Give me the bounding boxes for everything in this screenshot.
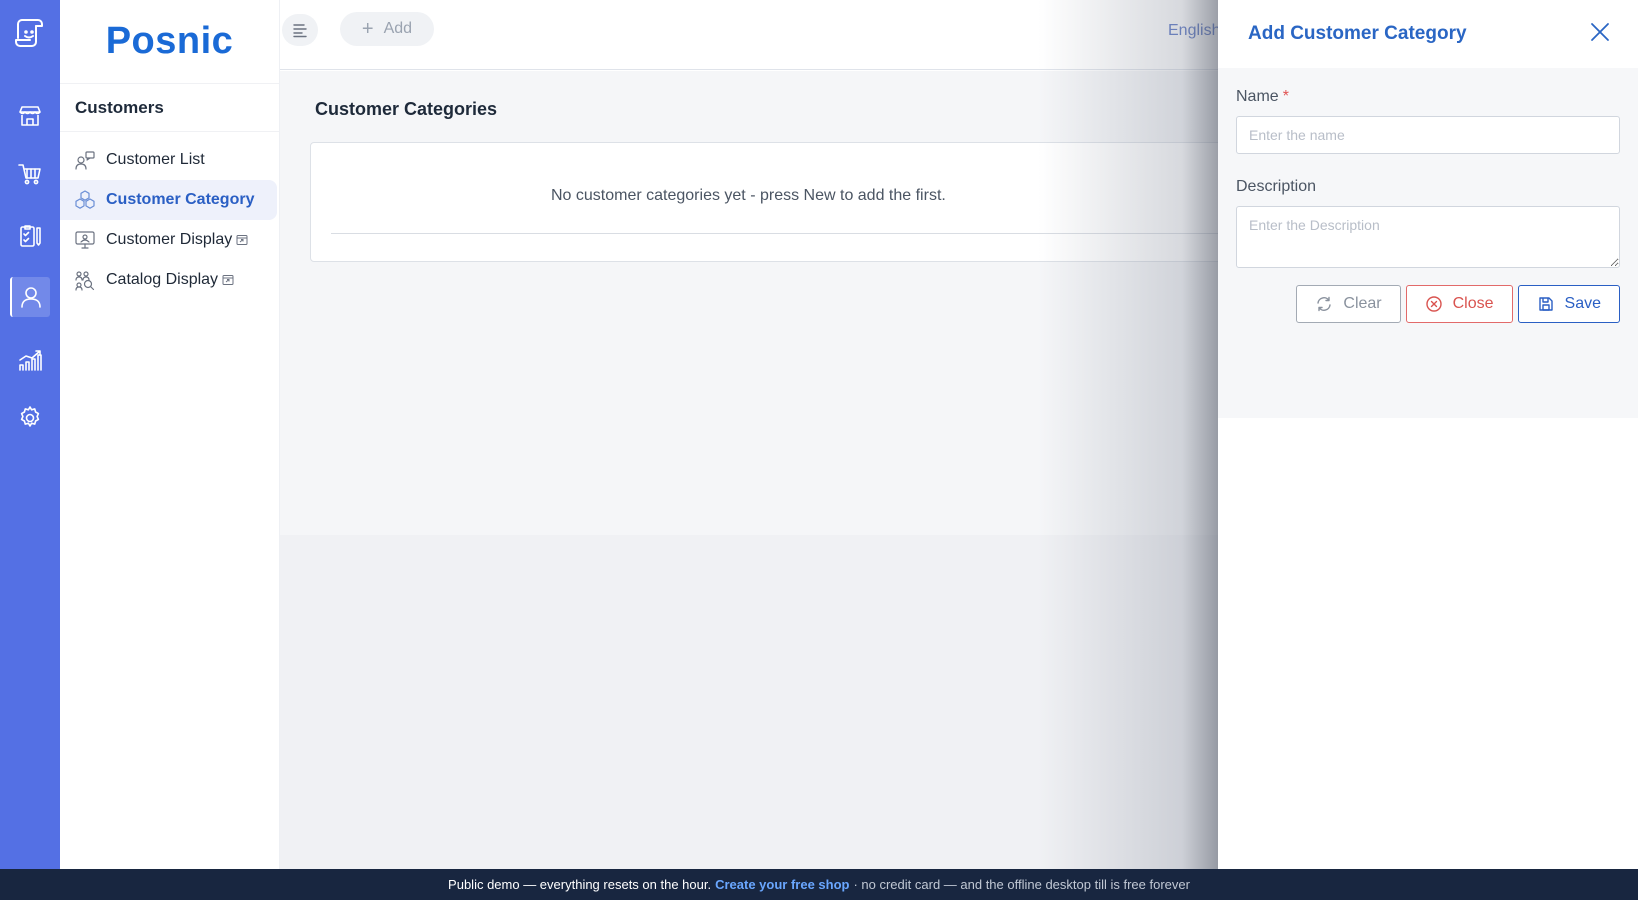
save-icon <box>1538 297 1553 311</box>
sidebar-item-catalog-display[interactable]: Catalog Display <box>60 260 279 300</box>
close-icon[interactable] <box>1588 20 1612 44</box>
page-title: Customer Categories <box>315 99 498 119</box>
store-icon <box>19 106 41 126</box>
sidebar-section-title: Customers <box>60 84 279 132</box>
app-logo-icon[interactable] <box>10 12 50 52</box>
name-input[interactable] <box>1236 116 1620 154</box>
catalog-display-icon <box>74 269 96 291</box>
rail-settings-button[interactable] <box>10 398 50 438</box>
sidebar-item-label: Catalog Display <box>106 271 219 288</box>
add-button-label: Add <box>383 20 413 37</box>
form-actions: Clear Close Save <box>1236 285 1620 323</box>
categories-table-card: No customer categories yet - press New t… <box>310 142 1230 262</box>
sidebar-item-label: Customer List <box>106 151 205 168</box>
user-icon <box>21 287 41 308</box>
field-gap <box>1236 154 1620 178</box>
drawer-header: Add Customer Category <box>1218 0 1638 68</box>
name-field-label: Name * <box>1236 88 1620 106</box>
customer-list-icon <box>74 149 96 171</box>
refresh-icon <box>1317 296 1332 312</box>
external-link-icon <box>236 234 248 246</box>
top-bar: + Add English <box>280 0 1220 70</box>
add-customer-category-drawer: Add Customer Category Name* Description … <box>1218 0 1638 869</box>
gear-icon <box>20 406 40 427</box>
add-button[interactable]: + Add <box>340 12 434 46</box>
save-button-label: Save <box>1564 295 1601 312</box>
description-field-label: Description <box>1236 178 1317 195</box>
demo-banner-prefix: Public demo — everything resets on the h… <box>448 877 712 892</box>
empty-state-message: No customer categories yet - press New t… <box>551 187 946 204</box>
plus-icon: + <box>361 17 374 40</box>
save-button[interactable]: Save <box>1517 285 1620 323</box>
main-content-lower <box>280 535 1218 869</box>
sidebar-item-customer-list[interactable]: Customer List <box>60 140 279 180</box>
table-divider <box>331 233 1229 234</box>
icon-rail <box>0 0 60 869</box>
sidebar-item-customer-category[interactable]: Customer Category <box>60 180 277 220</box>
close-circle-icon <box>1425 296 1442 312</box>
description-input[interactable] <box>1236 206 1620 268</box>
required-marker: * <box>1282 88 1289 105</box>
brand-name[interactable]: Posnic <box>106 20 234 63</box>
sidebar-item-label: Customer Category <box>106 191 255 208</box>
demo-banner: Public demo — everything resets on the h… <box>0 869 1638 900</box>
main-content: Customer Categories No customer categori… <box>280 71 1230 535</box>
clipboard-icon <box>20 225 41 247</box>
rail-reports-button[interactable] <box>10 340 50 380</box>
customer-category-icon <box>74 189 96 211</box>
rail-clipboard-button[interactable] <box>10 216 50 256</box>
chart-icon <box>19 350 42 371</box>
demo-banner-suffix: · no credit card — and the offline deskt… <box>853 877 1190 892</box>
rail-cart-button[interactable] <box>10 154 50 194</box>
sidebar-item-label: Customer Display <box>106 231 233 248</box>
drawer-form: Name* Description Clear Close <box>1218 68 1638 418</box>
drawer-title: Add Customer Category <box>1248 23 1467 44</box>
sidebar-nav: Customer List Customer Category Customer… <box>60 132 279 300</box>
sidebar-toggle-button[interactable] <box>282 14 318 46</box>
clear-button-label: Clear <box>1343 295 1382 312</box>
rail-store-button[interactable] <box>10 96 50 136</box>
menu-lines-icon <box>293 24 307 38</box>
customer-display-icon <box>74 229 96 251</box>
close-button-label: Close <box>1452 295 1494 312</box>
language-selector[interactable]: English <box>1168 22 1220 40</box>
close-button[interactable]: Close <box>1405 285 1513 323</box>
sidebar-item-customer-display[interactable]: Customer Display <box>60 220 279 260</box>
rail-customers-button[interactable] <box>10 277 50 317</box>
external-link-icon <box>222 274 234 286</box>
brand-header: Posnic <box>60 0 279 84</box>
cart-icon <box>18 164 41 185</box>
name-label-text: Name <box>1236 88 1279 105</box>
clear-button[interactable]: Clear <box>1296 285 1401 323</box>
create-shop-link[interactable]: Create your free shop <box>715 877 849 892</box>
sidebar: Posnic Customers Customer List Customer … <box>60 0 280 869</box>
